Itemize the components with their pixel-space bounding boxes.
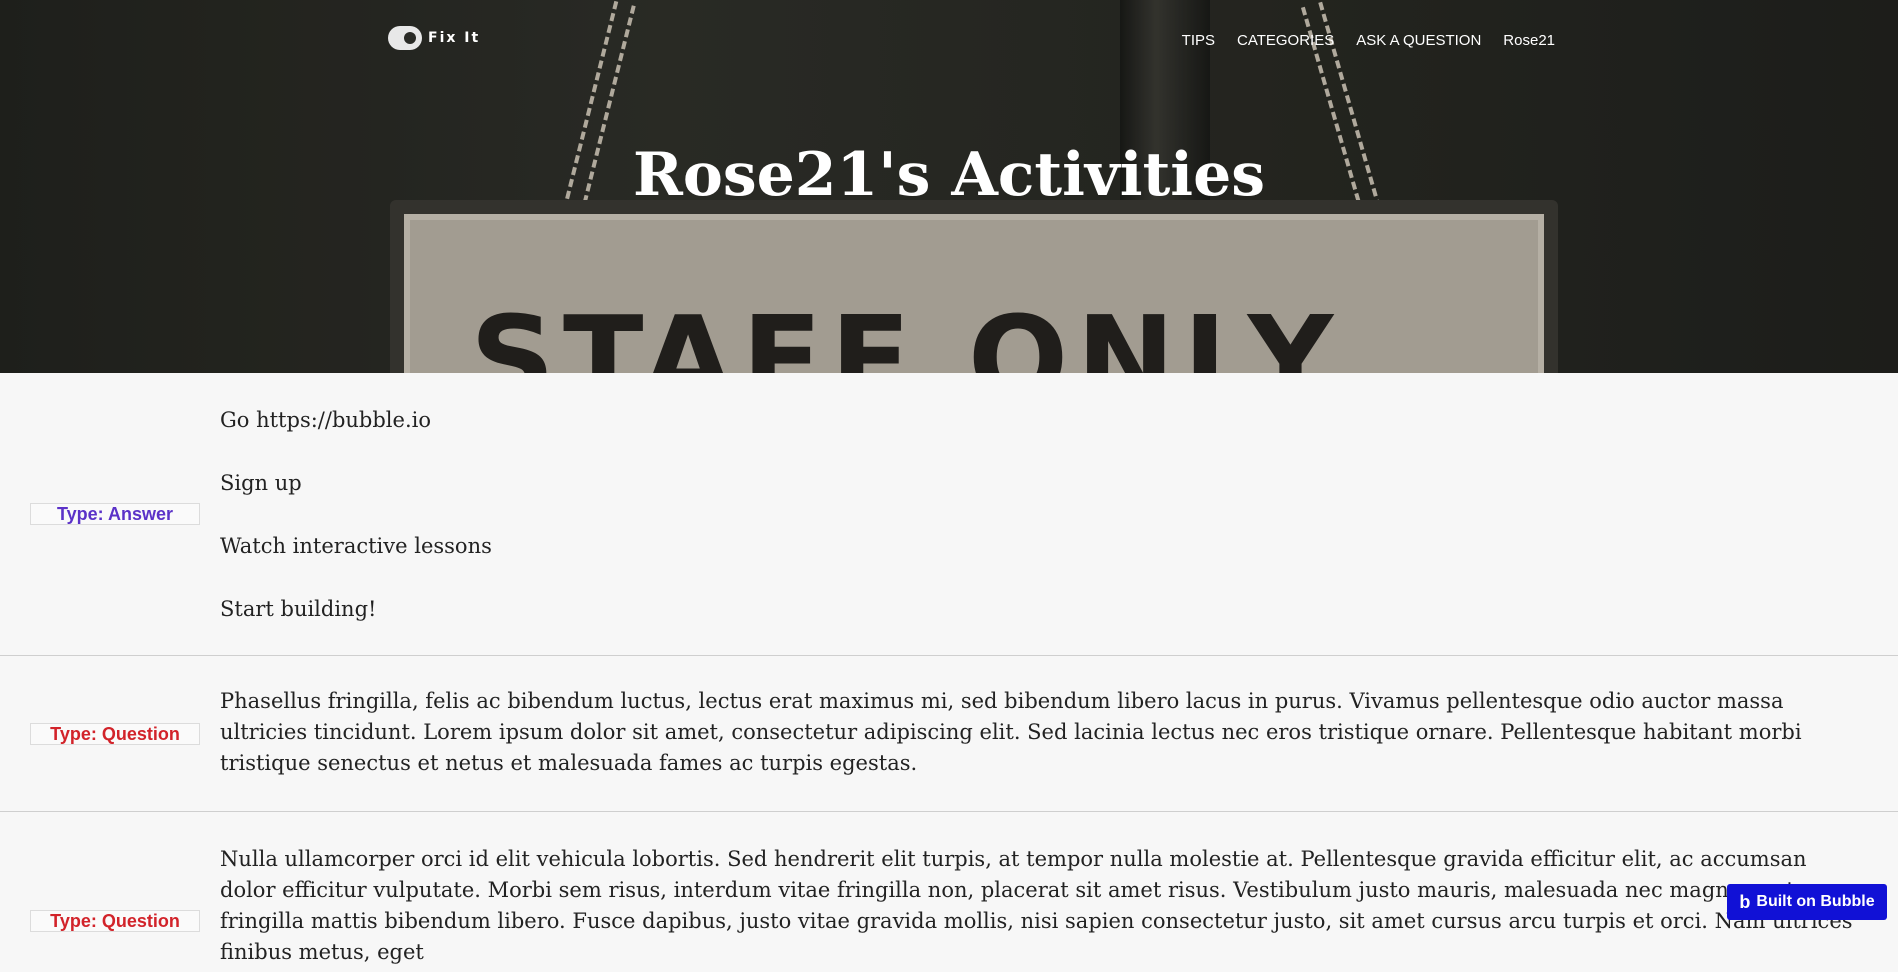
answer-line: Start building! (220, 597, 377, 621)
activity-content: Nulla ullamcorper orci id elit vehicula … (220, 847, 1853, 964)
site-logo[interactable]: Fix It (388, 26, 480, 50)
bubble-icon: b (1739, 891, 1751, 912)
answer-line: Go https://bubble.io (220, 408, 431, 432)
hero-banner: STAFF ONLY Fix It TIPS CATEGORIES ASK A … (0, 0, 1898, 373)
answer-line: Sign up (220, 471, 302, 495)
page-title: Rose21's Activities (632, 140, 1266, 210)
activity-content: Phasellus fringilla, felis ac bibendum l… (220, 689, 1802, 775)
built-on-bubble-button[interactable]: b Built on Bubble (1727, 884, 1887, 920)
activity-type-badge: Type: Question (30, 910, 200, 932)
nav-tips[interactable]: TIPS (1182, 32, 1215, 49)
nav-ask-question[interactable]: ASK A QUESTION (1356, 32, 1481, 49)
activity-row-1: Type: Answer Go https://bubble.io Sign u… (0, 373, 1898, 656)
top-nav: TIPS CATEGORIES ASK A QUESTION Rose21 (1182, 32, 1555, 49)
activity-type-badge: Type: Answer (30, 503, 200, 525)
activity-row-2: Type: Question Phasellus fringilla, feli… (0, 656, 1898, 812)
logo-icon (388, 26, 422, 50)
logo-text: Fix It (428, 30, 481, 46)
activity-type-badge: Type: Question (30, 723, 200, 745)
built-on-bubble-label: Built on Bubble (1756, 893, 1875, 910)
activity-content: Go https://bubble.io Sign up Watch inter… (220, 405, 1868, 657)
nav-user[interactable]: Rose21 (1503, 32, 1555, 49)
answer-line: Watch interactive lessons (220, 534, 492, 558)
activity-row-3: Type: Question Nulla ullamcorper orci id… (0, 812, 1898, 972)
nav-categories[interactable]: CATEGORIES (1237, 32, 1334, 49)
